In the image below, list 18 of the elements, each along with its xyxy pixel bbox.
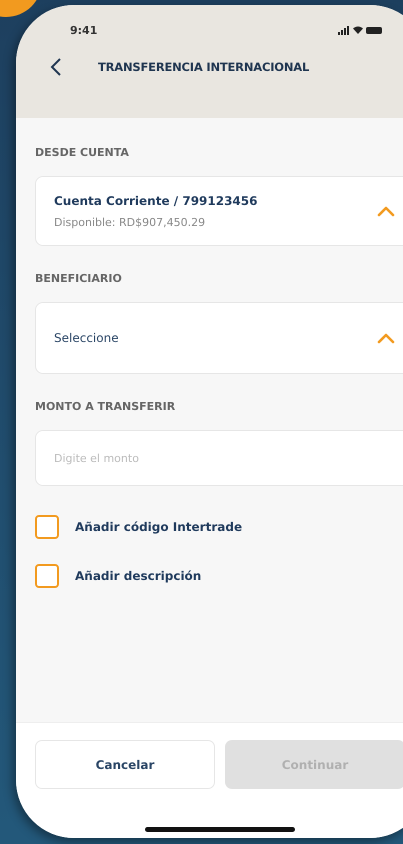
amount-input-field[interactable]: Digite el monto [35,430,403,486]
account-balance: Disponible: RD$907,450.29 [54,216,206,228]
checkbox-label: Añadir descripción [75,569,202,583]
section-label: BENEFICIARIO [35,272,123,285]
section-label: MONTO A TRANSFERIR [35,400,176,413]
section-label: DESDE CUENTA [35,146,130,159]
back-button[interactable] [50,57,62,77]
status-time: 9:41 [70,24,98,36]
checkbox[interactable] [35,515,59,539]
account-name: Cuenta Corriente / 799123456 [54,194,258,208]
checkbox[interactable] [35,564,59,588]
checkbox-label: Añadir código Intertrade [75,520,242,534]
cancel-button[interactable]: Cancelar [35,740,215,789]
status-icons-drawing [338,25,382,35]
screen-title: TRANSFERENCIA INTERNACIONAL [98,60,310,74]
beneficiary-value: Seleccione [54,331,119,345]
account-select[interactable]: Cuenta Corriente / 799123456 Disponible: RD$907,450.29 [35,176,403,246]
beneficiary-select[interactable]: Seleccione [35,302,403,374]
